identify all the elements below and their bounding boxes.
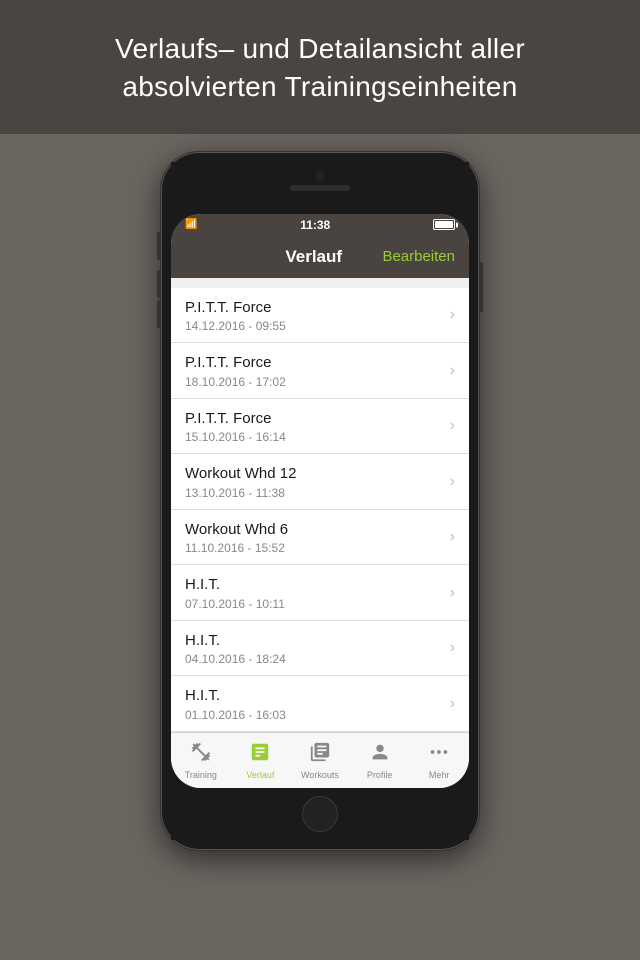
phone-camera [316, 172, 324, 180]
list-item-content: Workout Whd 6 11.10.2016 - 15:52 [185, 520, 442, 556]
list-item-title: P.I.T.T. Force [185, 409, 442, 429]
list-item-content: H.I.T. 04.10.2016 - 18:24 [185, 631, 442, 667]
phone-bezel-bottom [171, 788, 469, 840]
banner-text: Verlaufs– und Detail­ansicht aller absol… [40, 30, 600, 106]
phone-speaker [290, 185, 350, 191]
workouts-label: Workouts [301, 770, 339, 780]
list-item-subtitle: 14.12.2016 - 09:55 [185, 319, 442, 333]
tab-workouts[interactable]: Workouts [290, 733, 350, 788]
list-item-content: P.I.T.T. Force 14.12.2016 - 09:55 [185, 298, 442, 334]
list-item-title: H.I.T. [185, 575, 442, 595]
profile-icon [369, 741, 391, 767]
list-item-title: Workout Whd 12 [185, 464, 442, 484]
list-item-subtitle: 11.10.2016 - 15:52 [185, 541, 442, 555]
list-section-space [171, 278, 469, 288]
verlauf-label: Verlauf [246, 770, 274, 780]
status-bar: 📶 11:38 [171, 214, 469, 236]
tab-profile[interactable]: Profile [350, 733, 410, 788]
chevron-right-icon: › [450, 695, 455, 713]
list-item-subtitle: 13.10.2016 - 11:38 [185, 486, 442, 500]
list-item-title: Workout Whd 6 [185, 520, 442, 540]
top-banner: Verlaufs– und Detail­ansicht aller absol… [0, 0, 640, 134]
list-item-subtitle: 18.10.2016 - 17:02 [185, 375, 442, 389]
tab-bar: Training Verlauf Workouts Profile Mehr [171, 732, 469, 788]
list-item-content: H.I.T. 07.10.2016 - 10:11 [185, 575, 442, 611]
wifi-icon: 📶 [185, 219, 197, 230]
list-item[interactable]: P.I.T.T. Force 14.12.2016 - 09:55 › [171, 288, 469, 344]
training-label: Training [185, 770, 217, 780]
list-item-content: Workout Whd 12 13.10.2016 - 11:38 [185, 464, 442, 500]
chevron-right-icon: › [450, 639, 455, 657]
battery-icon [433, 219, 455, 230]
status-time: 11:38 [300, 218, 330, 232]
chevron-right-icon: › [450, 528, 455, 546]
phone-screen: 📶 11:38 Verlauf Bearbeiten P.I.T [171, 214, 469, 788]
nav-title: Verlauf [245, 247, 382, 267]
list-item[interactable]: H.I.T. 07.10.2016 - 10:11 › [171, 565, 469, 621]
list-item-content: P.I.T.T. Force 15.10.2016 - 16:14 [185, 409, 442, 445]
edit-button[interactable]: Bearbeiten [382, 248, 455, 265]
tab-verlauf[interactable]: Verlauf [231, 733, 291, 788]
navigation-bar: Verlauf Bearbeiten [171, 236, 469, 278]
list-item-subtitle: 07.10.2016 - 10:11 [185, 597, 442, 611]
list-item[interactable]: H.I.T. 04.10.2016 - 18:24 › [171, 621, 469, 677]
mehr-label: Mehr [429, 770, 450, 780]
verlauf-icon [249, 741, 271, 767]
list-item-subtitle: 01.10.2016 - 16:03 [185, 708, 442, 722]
list-item-title: P.I.T.T. Force [185, 353, 442, 373]
training-icon [190, 741, 212, 767]
tab-training[interactable]: Training [171, 733, 231, 788]
list-item[interactable]: Workout Whd 6 11.10.2016 - 15:52 › [171, 510, 469, 566]
chevron-right-icon: › [450, 417, 455, 435]
tab-mehr[interactable]: Mehr [409, 733, 469, 788]
battery-indicator [433, 219, 455, 230]
profile-label: Profile [367, 770, 393, 780]
phone-bezel-top [171, 162, 469, 214]
list-item-content: H.I.T. 01.10.2016 - 16:03 [185, 686, 442, 722]
battery-fill [435, 221, 453, 228]
chevron-right-icon: › [450, 306, 455, 324]
chevron-right-icon: › [450, 584, 455, 602]
phone-mockup: 📶 11:38 Verlauf Bearbeiten P.I.T [0, 134, 640, 850]
list-item[interactable]: Workout Whd 12 13.10.2016 - 11:38 › [171, 454, 469, 510]
mehr-icon [428, 741, 450, 767]
workout-list: P.I.T.T. Force 14.12.2016 - 09:55 › P.I.… [171, 288, 469, 732]
list-item[interactable]: H.I.T. 01.10.2016 - 16:03 › [171, 676, 469, 732]
home-button[interactable] [302, 796, 338, 832]
list-item-title: P.I.T.T. Force [185, 298, 442, 318]
list-item-subtitle: 15.10.2016 - 16:14 [185, 430, 442, 444]
phone-outer: 📶 11:38 Verlauf Bearbeiten P.I.T [161, 152, 479, 850]
list-item-title: H.I.T. [185, 631, 442, 651]
list-item[interactable]: P.I.T.T. Force 15.10.2016 - 16:14 › [171, 399, 469, 455]
list-item-content: P.I.T.T. Force 18.10.2016 - 17:02 [185, 353, 442, 389]
chevron-right-icon: › [450, 362, 455, 380]
chevron-right-icon: › [450, 473, 455, 491]
list-item[interactable]: P.I.T.T. Force 18.10.2016 - 17:02 › [171, 343, 469, 399]
list-item-title: H.I.T. [185, 686, 442, 706]
list-item-subtitle: 04.10.2016 - 18:24 [185, 652, 442, 666]
workouts-icon [309, 741, 331, 767]
